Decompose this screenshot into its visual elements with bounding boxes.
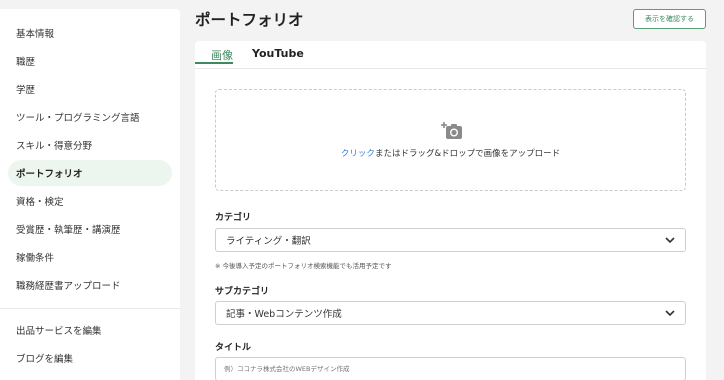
- sidebar: 基本情報 職歴 学歴 ツール・プログラミング言語 スキル・得意分野 ポートフォリ…: [0, 9, 180, 380]
- sidebar-divider: [0, 308, 180, 309]
- sidebar-item-work-history[interactable]: 職歴: [8, 48, 172, 74]
- subcategory-label: サブカテゴリ: [215, 287, 270, 297]
- tab-image[interactable]: 画像: [211, 47, 233, 69]
- subcategory-value: 記事・Webコンテンツ作成: [226, 309, 342, 320]
- sidebar-item-certifications[interactable]: 資格・検定: [8, 188, 172, 214]
- chevron-down-icon: [665, 237, 675, 244]
- sidebar-item-edit-blog[interactable]: ブログを編集: [8, 345, 172, 371]
- upload-click-link[interactable]: クリック: [341, 149, 375, 159]
- sidebar-item-work-conditions[interactable]: 稼働条件: [8, 244, 172, 270]
- sidebar-item-skills[interactable]: スキル・得意分野: [8, 132, 172, 158]
- chevron-down-icon: [665, 310, 675, 317]
- category-select[interactable]: ライティング・翻訳: [215, 228, 686, 252]
- sidebar-item-resume-upload[interactable]: 職務経歴書アップロード: [8, 272, 172, 298]
- subcategory-select[interactable]: 記事・Webコンテンツ作成: [215, 301, 686, 325]
- title-input[interactable]: [215, 357, 686, 380]
- category-note: ※ 今後導入予定のポートフォリオ検索機能でも活用予定です: [215, 262, 392, 270]
- page-title: ポートフォリオ: [195, 11, 304, 29]
- sidebar-item-edit-services[interactable]: 出品サービスを編集: [8, 317, 172, 343]
- upload-instructions: クリックまたはドラッグ&ドロップで画像をアップロード: [216, 147, 685, 159]
- image-upload-dropzone[interactable]: クリックまたはドラッグ&ドロップで画像をアップロード: [215, 89, 686, 191]
- sidebar-item-awards[interactable]: 受賞歴・執筆歴・講演歴: [8, 216, 172, 242]
- tab-bar: 画像 YouTube: [195, 41, 706, 69]
- tab-youtube[interactable]: YouTube: [252, 47, 304, 69]
- active-tab-indicator: [195, 62, 233, 64]
- category-label: カテゴリ: [215, 213, 252, 223]
- tab-image-label: 画像: [211, 49, 233, 62]
- sidebar-item-basic-info[interactable]: 基本情報: [8, 20, 172, 46]
- title-label: タイトル: [215, 343, 252, 353]
- upload-instruction-text: またはドラッグ&ドロップで画像をアップロード: [374, 149, 561, 159]
- sidebar-item-portfolio[interactable]: ポートフォリオ: [8, 160, 172, 186]
- category-value: ライティング・翻訳: [226, 236, 311, 247]
- preview-button[interactable]: 表示を確認する: [633, 9, 706, 29]
- sidebar-item-education[interactable]: 学歴: [8, 76, 172, 102]
- sidebar-item-tools[interactable]: ツール・プログラミング言語: [8, 104, 172, 130]
- portfolio-card: 画像 YouTube クリックまたはドラッグ&ドロップで画像をアップロード カテ…: [195, 41, 706, 380]
- add-photo-icon: [441, 122, 462, 139]
